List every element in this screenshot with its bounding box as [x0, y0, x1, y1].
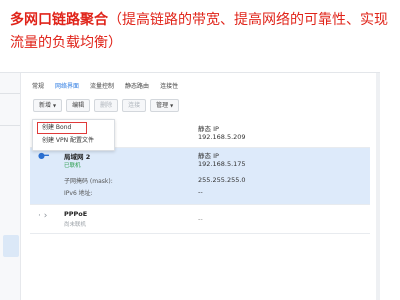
connect-button[interactable]: 连接 — [122, 99, 147, 112]
ipv6-label: IPv6 地址: — [64, 190, 93, 197]
add-button[interactable]: 新增 ▼ — [33, 99, 63, 112]
tab-connectivity[interactable]: 连接性 — [160, 79, 178, 95]
delete-button[interactable]: 删除 — [94, 99, 119, 112]
tab-bar: 常规 网络界面 流量控制 静态路由 连接性 — [32, 79, 178, 95]
chevron-down-icon: ▼ — [53, 103, 57, 108]
edit-button[interactable]: 编辑 — [66, 99, 91, 112]
row-divider — [30, 233, 370, 234]
left-nav-pane — [0, 73, 21, 300]
network-status: 尚未联机 — [64, 222, 87, 228]
left-nav-divider — [0, 125, 20, 126]
network-interface-window: 常规 网络界面 流量控制 静态路由 连接性 新增 ▼ 编辑 删除 连接 管理 ▼ 静… — [0, 72, 380, 300]
add-label: 新增 — [39, 102, 52, 109]
disconnected-network-icon: · › — [38, 211, 48, 221]
subnet-mask-label: 子网掩码 (mask): — [64, 178, 113, 185]
connected-network-icon: ●━ — [38, 151, 49, 160]
headline-lead: 多网口链路聚合 — [10, 12, 108, 28]
tab-general[interactable]: 常规 — [32, 79, 44, 95]
tab-traffic-control[interactable]: 流量控制 — [90, 79, 114, 95]
chevron-down-icon: ▼ — [170, 103, 174, 108]
create-vpn-menu-item[interactable]: 创建 VPN 配置文件 — [33, 135, 114, 147]
network-name: 局域网 2 — [64, 153, 91, 161]
left-nav-selected-item[interactable] — [3, 235, 19, 257]
headline: 多网口链路聚合（提高链路的带宽、提高网络的可靠性、实现流量的负载均衡） — [10, 9, 392, 55]
add-dropdown-menu: 创建 Bond 创建 VPN 配置文件 — [32, 119, 115, 151]
scrollbar[interactable] — [376, 73, 380, 300]
tab-network-interface[interactable]: 网络界面 — [55, 79, 79, 95]
highlight-box — [37, 122, 87, 134]
network-name: PPPoE — [64, 210, 88, 218]
pppoe-value: -- — [198, 215, 203, 223]
ip-address: 192.168.5.209 — [198, 133, 246, 141]
ip-type: 静态 IP — [198, 125, 219, 133]
ip-type: 静态 IP — [198, 152, 219, 160]
list-item-lan-2[interactable]: ●━ 局域网 2 已联机 静态 IP 192.168.5.175 子网掩码 (m… — [30, 148, 370, 204]
subnet-mask-value: 255.255.255.0 — [198, 176, 246, 184]
list-item-pppoe[interactable]: · › PPPoE 尚未联机 -- — [30, 205, 370, 233]
toolbar: 新增 ▼ 编辑 删除 连接 管理 ▼ — [33, 99, 180, 112]
tab-static-route[interactable]: 静态路由 — [125, 79, 149, 95]
ipv6-value: -- — [198, 188, 203, 196]
manage-button[interactable]: 管理 ▼ — [150, 99, 180, 112]
manage-label: 管理 — [156, 102, 169, 109]
network-status: 已联机 — [64, 163, 81, 169]
left-nav-divider — [0, 93, 20, 94]
ip-address: 192.168.5.175 — [198, 160, 246, 168]
